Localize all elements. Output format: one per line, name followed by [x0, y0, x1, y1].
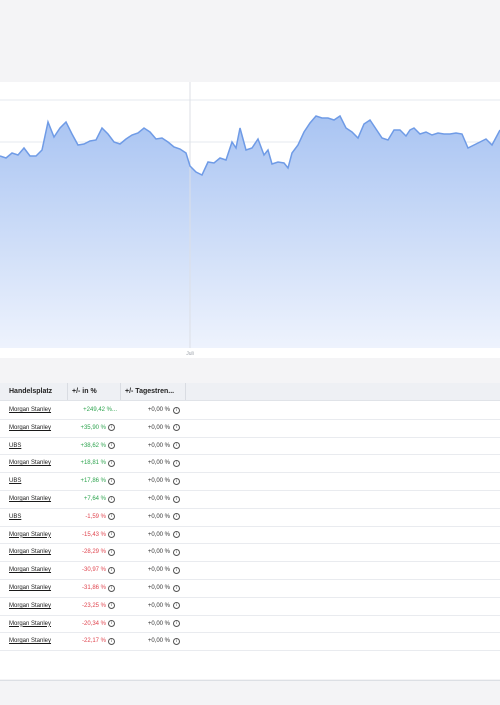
daily-trend-value: +0,00 % — [147, 407, 170, 413]
daily-trend-value: +0,00 % — [147, 602, 170, 609]
x-axis-tick-label: Juli — [186, 351, 194, 357]
footer-divider — [0, 680, 500, 681]
info-icon[interactable]: i — [173, 548, 180, 556]
performance-value: -1,59 % — [85, 513, 106, 520]
price-chart: Juli — [0, 82, 500, 357]
info-icon[interactable]: i — [108, 620, 115, 628]
table-row: Morgan Stanley -15,43 % i +0,00 % i — [0, 527, 500, 545]
price-area — [0, 116, 500, 348]
venue-link[interactable]: Morgan Stanley — [9, 562, 51, 579]
info-icon[interactable]: i — [173, 477, 180, 485]
performance-value: -28,29 % — [81, 549, 106, 556]
venue-link[interactable]: Morgan Stanley — [9, 455, 51, 472]
table-row: Morgan Stanley -31,86 % i +0,00 % i — [0, 580, 500, 598]
info-icon[interactable]: i — [108, 513, 115, 521]
daily-trend-value: +0,00 % — [147, 442, 170, 449]
performance-value: +7,64 % — [83, 496, 106, 502]
venue-link[interactable]: Morgan Stanley — [9, 402, 51, 419]
info-icon[interactable]: i — [108, 637, 115, 645]
table-row: UBS +38,62 % i +0,00 % i — [0, 438, 500, 456]
table-row: Morgan Stanley -30,97 % i +0,00 % i — [0, 562, 500, 580]
info-icon[interactable]: i — [108, 531, 115, 539]
info-icon[interactable]: i — [108, 424, 115, 432]
info-icon[interactable]: i — [108, 602, 115, 610]
performance-value: -31,86 % — [81, 585, 106, 591]
info-icon[interactable]: i — [173, 513, 180, 521]
daily-trend-value: +0,00 % — [147, 638, 170, 645]
info-icon[interactable]: i — [173, 495, 180, 503]
table-row: Morgan Stanley -23,25 % i +0,00 % i — [0, 598, 500, 616]
venue-link[interactable]: UBS — [9, 473, 21, 490]
info-icon[interactable]: i — [173, 424, 180, 432]
venue-link[interactable]: Morgan Stanley — [9, 527, 51, 544]
venue-link[interactable]: Morgan Stanley — [9, 580, 51, 597]
info-icon[interactable]: i — [173, 442, 180, 450]
performance-value: +249,42 %... — [83, 407, 117, 413]
daily-trend-value: +0,00 % — [147, 620, 170, 627]
table-row: Morgan Stanley +18,81 % i +0,00 % i — [0, 455, 500, 474]
info-icon[interactable]: i — [108, 477, 115, 485]
info-icon[interactable]: i — [173, 531, 180, 539]
table-row: UBS -1,59 % i +0,00 % i — [0, 509, 500, 527]
daily-trend-value: +0,00 % — [147, 424, 170, 431]
table-row: Morgan Stanley -28,29 % i +0,00 % i — [0, 544, 500, 563]
venue-link[interactable]: UBS — [9, 509, 21, 526]
daily-trend-value: +0,00 % — [147, 549, 170, 556]
venue-link[interactable]: Morgan Stanley — [9, 633, 51, 650]
info-icon[interactable]: i — [108, 584, 115, 592]
info-icon[interactable]: i — [173, 406, 180, 414]
performance-value: -20,34 % — [81, 620, 106, 627]
venue-link[interactable]: Morgan Stanley — [9, 491, 51, 508]
info-icon[interactable]: i — [173, 584, 180, 592]
performance-value: -22,17 % — [81, 638, 106, 645]
venue-link[interactable]: Morgan Stanley — [9, 616, 51, 633]
performance-value: -15,43 % — [81, 531, 106, 538]
table-row: Morgan Stanley +7,64 % i +0,00 % i — [0, 491, 500, 509]
column-header-performance[interactable]: +/- in % — [68, 383, 121, 400]
performance-value: +35,90 % — [80, 424, 106, 431]
performance-value: +18,81 % — [80, 460, 106, 467]
performance-table: Handelsplatz +/- in % +/- Tagestren... M… — [0, 383, 500, 679]
daily-trend-value: +0,00 % — [147, 478, 170, 485]
table-header: Handelsplatz +/- in % +/- Tagestren... — [0, 383, 500, 401]
venue-link[interactable]: UBS — [9, 438, 21, 455]
info-icon[interactable]: i — [108, 459, 115, 467]
price-chart-panel: Juli — [0, 82, 500, 358]
performance-value: -23,25 % — [81, 602, 106, 609]
table-row: Morgan Stanley -22,17 % i +0,00 % i — [0, 633, 500, 652]
info-icon[interactable]: i — [173, 602, 180, 610]
info-icon[interactable]: i — [108, 495, 115, 503]
info-icon[interactable]: i — [108, 442, 115, 450]
performance-value: +17,86 % — [80, 478, 106, 485]
venue-link[interactable]: Morgan Stanley — [9, 420, 51, 437]
daily-trend-value: +0,00 % — [147, 567, 170, 574]
info-icon[interactable]: i — [173, 459, 180, 467]
column-header-daily-trend[interactable]: +/- Tagestren... — [121, 383, 186, 400]
info-icon[interactable]: i — [173, 566, 180, 574]
table-row: Morgan Stanley -20,34 % i +0,00 % i — [0, 616, 500, 634]
table-row: Morgan Stanley +249,42 %... +0,00 % i — [0, 402, 500, 420]
table-row: Morgan Stanley +35,90 % i +0,00 % i — [0, 420, 500, 438]
column-header-venue[interactable]: Handelsplatz — [5, 383, 68, 400]
venue-link[interactable]: Morgan Stanley — [9, 544, 51, 561]
daily-trend-value: +0,00 % — [147, 496, 170, 502]
info-icon[interactable]: i — [108, 566, 115, 574]
info-icon[interactable]: i — [173, 637, 180, 645]
daily-trend-value: +0,00 % — [147, 531, 170, 538]
daily-trend-value: +0,00 % — [147, 513, 170, 520]
performance-value: +38,62 % — [80, 442, 106, 449]
performance-value: -30,97 % — [81, 567, 106, 574]
daily-trend-value: +0,00 % — [147, 585, 170, 591]
info-icon[interactable]: i — [173, 620, 180, 628]
info-icon[interactable]: i — [108, 548, 115, 556]
table-row: UBS +17,86 % i +0,00 % i — [0, 473, 500, 491]
daily-trend-value: +0,00 % — [147, 460, 170, 467]
venue-link[interactable]: Morgan Stanley — [9, 598, 51, 615]
